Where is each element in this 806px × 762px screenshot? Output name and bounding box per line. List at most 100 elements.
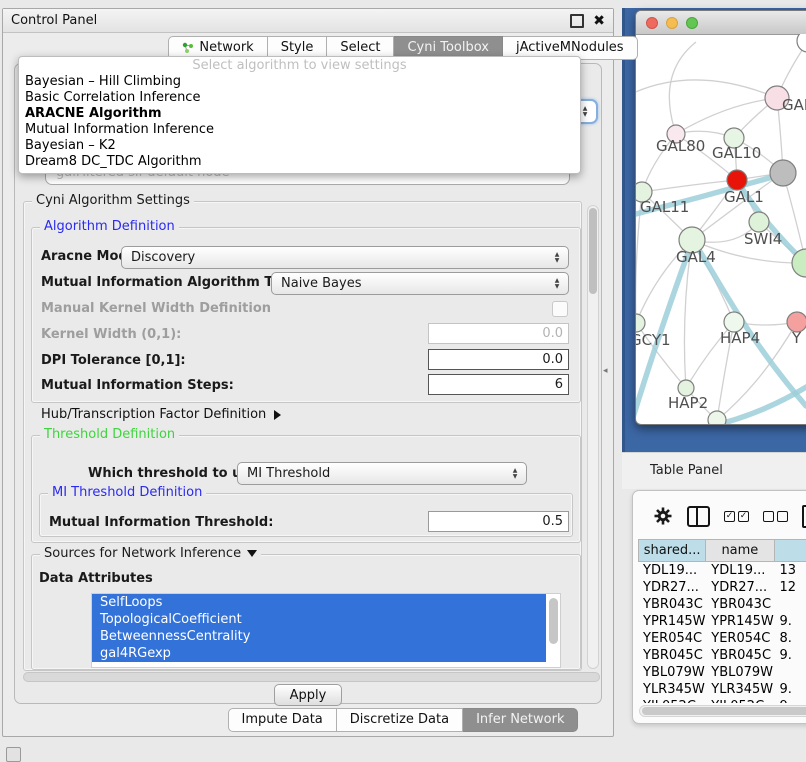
table-row[interactable]: YBR045CYBR045C9. (638, 647, 806, 664)
attribute-item-gal4rgexp[interactable]: gal4RGexp (92, 645, 546, 662)
column-header-name[interactable]: name (706, 539, 774, 562)
select-all-columns-icon[interactable]: ✓✓ (724, 511, 749, 522)
mi-threshold-label: Mutual Information Threshold: (49, 515, 273, 530)
mi-type-combo[interactable]: Naive Bayes ▲▼ (271, 272, 569, 295)
control-panel-title: Control Panel (11, 13, 97, 28)
table-cell: YDR27... (706, 579, 774, 596)
node-label-gal: GAL (782, 96, 806, 114)
attribute-item-betweennesscentrality[interactable]: BetweennessCentrality (92, 628, 546, 645)
which-threshold-value: MI Threshold (247, 466, 330, 481)
sources-legend-text: Sources for Network Inference (44, 546, 241, 561)
table-row[interactable]: YDR27...YDR27...12 (638, 579, 806, 596)
tab-label: Impute Data (242, 712, 323, 727)
hub-definition-label: Hub/Transcription Factor Definition (41, 407, 266, 422)
columns-icon[interactable] (687, 506, 710, 527)
table-cell: 13 (775, 562, 806, 579)
algorithm-dropdown-hint: Select algorithm to view settings (19, 57, 580, 74)
tab-label: Cyni Toolbox (407, 40, 489, 55)
table-cell: YLR345W (706, 681, 774, 698)
node-label-swi4: SWI4 (744, 230, 782, 248)
column-header-shared[interactable]: shared... (638, 539, 706, 562)
which-threshold-combo[interactable]: MI Threshold ▲▼ (237, 462, 527, 485)
hub-definition-expander[interactable]: Hub/Transcription Factor Definition (41, 407, 281, 422)
mi-threshold-legend: MI Threshold Definition (48, 485, 206, 500)
mi-threshold-field[interactable]: 0.5 (428, 511, 569, 532)
table-cell: YPR145W (638, 613, 706, 630)
data-attributes-list[interactable]: SelfLoopsTopologicalCoefficientBetweenne… (91, 593, 561, 668)
table-cell (775, 664, 806, 681)
network-edge (636, 80, 777, 98)
table-cell: YBR045C (638, 647, 706, 664)
mi-steps-field[interactable]: 6 (428, 374, 569, 395)
aracne-mode-combo[interactable]: Discovery ▲▼ (121, 246, 569, 269)
mac-minimize-icon[interactable] (666, 17, 678, 29)
tab-label: Select (340, 40, 380, 55)
settings-horizontal-scrollbar[interactable] (23, 672, 600, 682)
tab-discretize-data[interactable]: Discretize Data (337, 708, 463, 732)
algorithm-dropdown: Select algorithm to view settings Bayesi… (18, 56, 581, 174)
table-cell: YIL052C (706, 698, 774, 703)
mac-zoom-icon[interactable] (686, 17, 698, 29)
mac-close-icon[interactable] (646, 17, 658, 29)
algorithm-option-aracne-algorithm[interactable]: ARACNE Algorithm (19, 106, 580, 122)
node-swi4[interactable] (749, 212, 769, 232)
dpi-tolerance-field[interactable]: 0.0 (428, 349, 569, 370)
table-row[interactable]: YPR145WYPR145W9. (638, 613, 806, 630)
tab-label: Discretize Data (350, 712, 449, 727)
node-label-gal4: GAL4 (676, 248, 716, 266)
collapse-down-icon (247, 550, 257, 557)
list-scrollbar[interactable] (548, 596, 559, 662)
table-cell (775, 596, 806, 613)
aracne-mode-value: Discovery (131, 250, 195, 265)
table-row[interactable]: YBL079WYBL079W (638, 664, 806, 681)
deselect-all-columns-icon[interactable] (763, 511, 788, 522)
table-cell: YBR045C (706, 647, 774, 664)
export-table-icon[interactable] (802, 505, 806, 528)
network-canvas[interactable]: GALGAL80GAL10GAL1GAL11SWI4GAL4GCY1HAP4YH… (636, 34, 806, 425)
collapsed-panel-icon[interactable] (6, 747, 21, 762)
node-label-hap2: HAP2 (668, 394, 708, 412)
algorithm-option-dream8-dc-tdc-algorithm[interactable]: Dream8 DC_TDC Algorithm (19, 154, 580, 170)
node-label-gal11: GAL11 (640, 198, 689, 216)
table-cell: 9. (775, 647, 806, 664)
algorithm-option-mutual-information-inference[interactable]: Mutual Information Inference (19, 122, 580, 138)
table-cell: YER054C (638, 630, 706, 647)
close-icon[interactable]: ✖ (593, 16, 605, 26)
attribute-item-topologicalcoefficient[interactable]: TopologicalCoefficient (92, 611, 546, 628)
table-cell: YPR145W (706, 613, 774, 630)
data-attributes-label: Data Attributes (39, 571, 153, 586)
kernel-width-field[interactable]: 0.0 (428, 323, 569, 344)
algorithm-option-bayesian-k2[interactable]: Bayesian – K2 (19, 138, 580, 154)
network-window-titlebar[interactable] (636, 11, 806, 35)
settings-scrollbar[interactable] (587, 205, 599, 669)
divider-collapse-icon[interactable]: ◂ (603, 366, 608, 376)
table-row[interactable]: YER054CYER054C8. (638, 630, 806, 647)
column-header-hidden[interactable] (775, 539, 806, 562)
table-row[interactable]: YBR043CYBR043C (638, 596, 806, 613)
algorithm-option-bayesian-hill-climbing[interactable]: Bayesian – Hill Climbing (19, 74, 580, 90)
node-label-gal1: GAL1 (724, 188, 764, 206)
table-cell: 9 (775, 698, 806, 703)
node-bottom[interactable] (708, 411, 726, 425)
table-toolbar: ✓✓ (633, 497, 806, 535)
tab-label: jActiveMNodules (516, 40, 624, 55)
manual-kernel-checkbox[interactable] (552, 301, 568, 317)
table-row[interactable]: YIL052CYIL052C9 (638, 698, 806, 703)
node-gal1[interactable] (727, 170, 747, 190)
float-window-icon[interactable] (570, 14, 584, 28)
node-gcy1[interactable] (636, 314, 645, 332)
stepper-icon: ▲▼ (551, 273, 563, 294)
table-rows: YDL19...YDL19...13YDR27...YDR27...12YBR0… (638, 562, 806, 703)
node-gray[interactable] (770, 160, 796, 186)
tab-infer-network[interactable]: Infer Network (463, 708, 578, 732)
gear-icon[interactable] (653, 506, 673, 526)
tab-impute-data[interactable]: Impute Data (228, 708, 337, 732)
apply-button[interactable]: Apply (274, 684, 342, 706)
tab-label: Network (199, 40, 253, 55)
tab-label: Infer Network (476, 712, 564, 727)
table-row[interactable]: YLR345WYLR345W9. (638, 681, 806, 698)
algorithm-option-basic-correlation-inference[interactable]: Basic Correlation Inference (19, 90, 580, 106)
attribute-item-selfloops[interactable]: SelfLoops (92, 594, 546, 611)
sources-legend[interactable]: Sources for Network Inference (40, 546, 261, 561)
table-row[interactable]: YDL19...YDL19...13 (638, 562, 806, 579)
